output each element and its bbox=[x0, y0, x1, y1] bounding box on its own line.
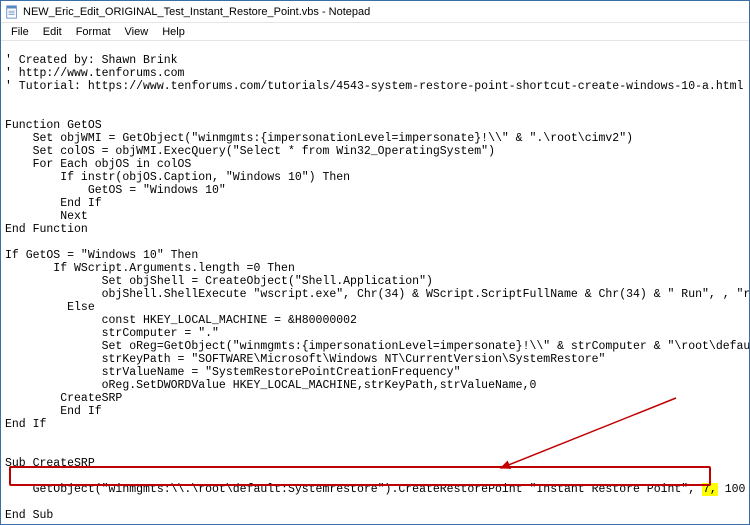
code-line: ' Tutorial: https://www.tenforums.com/tu… bbox=[5, 80, 743, 93]
code-line: If GetOS = "Windows 10" Then bbox=[5, 249, 198, 262]
code-line: ' Created by: Shawn Brink bbox=[5, 54, 178, 67]
code-line: Set oReg=GetObject("winmgmts:{impersonat… bbox=[5, 340, 749, 353]
code-line: objShell.ShellExecute "wscript.exe", Chr… bbox=[5, 288, 749, 301]
code-line: const HKEY_LOCAL_MACHINE = &H80000002 bbox=[5, 314, 357, 327]
callout-arrow-icon bbox=[481, 396, 681, 476]
code-line: GetOS = "Windows 10" bbox=[5, 184, 226, 197]
code-line: Else bbox=[5, 301, 95, 314]
menu-help[interactable]: Help bbox=[156, 25, 191, 39]
code-line: If instr(objOS.Caption, "Windows 10") Th… bbox=[5, 171, 350, 184]
code-line: ' http://www.tenforums.com bbox=[5, 67, 184, 80]
menu-format[interactable]: Format bbox=[70, 25, 117, 39]
menu-file[interactable]: File bbox=[5, 25, 35, 39]
code-line: End If bbox=[5, 197, 102, 210]
callout-box bbox=[9, 466, 711, 486]
code-line: Set objWMI = GetObject("winmgmts:{impers… bbox=[5, 132, 633, 145]
code-line: Next bbox=[5, 210, 88, 223]
code-line: strComputer = "." bbox=[5, 327, 219, 340]
notepad-icon bbox=[5, 5, 19, 19]
code-line: Set objShell = CreateObject("Shell.Appli… bbox=[5, 275, 433, 288]
code-line: strKeyPath = "SOFTWARE\Microsoft\Windows… bbox=[5, 353, 605, 366]
menu-edit[interactable]: Edit bbox=[37, 25, 68, 39]
text-editor[interactable]: ' Created by: Shawn Brink ' http://www.t… bbox=[1, 41, 749, 524]
code-line: If WScript.Arguments.length =0 Then bbox=[5, 262, 295, 275]
code-line: End If bbox=[5, 405, 102, 418]
code-line: For Each objOS in colOS bbox=[5, 158, 191, 171]
code-line: strValueName = "SystemRestorePointCreati… bbox=[5, 366, 460, 379]
title-bar: NEW_Eric_Edit_ORIGINAL_Test_Instant_Rest… bbox=[1, 1, 749, 23]
code-line: End If bbox=[5, 418, 46, 431]
window-title: NEW_Eric_Edit_ORIGINAL_Test_Instant_Rest… bbox=[23, 6, 370, 18]
menu-bar: File Edit Format View Help bbox=[1, 23, 749, 41]
menu-view[interactable]: View bbox=[119, 25, 155, 39]
code-line: End Function bbox=[5, 223, 88, 236]
code-line: oReg.SetDWORDValue HKEY_LOCAL_MACHINE,st… bbox=[5, 379, 536, 392]
code-line: CreateSRP bbox=[5, 392, 122, 405]
code-line: 100 bbox=[718, 483, 746, 496]
code-line: Set colOS = objWMI.ExecQuery("Select * f… bbox=[5, 145, 495, 158]
code-line: End Sub bbox=[5, 509, 53, 522]
code-line: Function GetOS bbox=[5, 119, 102, 132]
